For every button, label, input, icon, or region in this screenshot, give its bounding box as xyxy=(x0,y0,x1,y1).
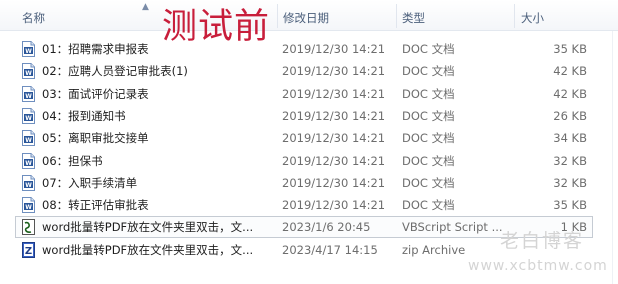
file-date: 2019/12/30 14:21 xyxy=(282,42,386,56)
file-size: 42 KB xyxy=(553,86,587,101)
file-row[interactable]: W 01：招聘需求申报表 2019/12/30 14:21 DOC 文档 35 KB xyxy=(15,38,593,60)
file-type: DOC 文档 xyxy=(402,175,455,190)
svg-text:W: W xyxy=(25,160,32,167)
column-header-size[interactable]: 大小 xyxy=(521,10,544,26)
svg-text:W: W xyxy=(25,115,32,122)
column-header-date[interactable]: 修改日期 xyxy=(283,10,329,26)
word-doc-icon: W xyxy=(22,41,35,57)
file-name: 03：面试评价记录表 xyxy=(42,86,149,101)
file-type: DOC 文档 xyxy=(402,42,455,56)
svg-text:W: W xyxy=(25,93,32,100)
svg-text:W: W xyxy=(25,182,32,189)
word-doc-icon: W xyxy=(22,63,35,80)
svg-text:W: W xyxy=(25,137,32,144)
file-date: 2019/12/30 14:21 xyxy=(282,175,386,190)
file-date: 2023/4/17 14:15 xyxy=(282,242,378,257)
file-type: zip Archive xyxy=(402,242,466,257)
file-name: 05：离职审批交接单 xyxy=(42,131,149,146)
file-type: DOC 文档 xyxy=(402,198,455,213)
file-row[interactable]: W 04：报到通知书 2019/12/30 14:21 DOC 文档 26 KB xyxy=(15,105,593,127)
file-name: 07：入职手续清单 xyxy=(42,175,138,190)
svg-text:Z: Z xyxy=(25,246,32,257)
file-date: 2019/12/30 14:21 xyxy=(282,64,386,79)
file-date: 2019/12/30 14:21 xyxy=(282,153,386,168)
word-doc-icon: W xyxy=(22,85,35,102)
watermark-url: www.xcbtmw.com xyxy=(468,258,608,274)
file-date: 2019/12/30 14:21 xyxy=(282,108,386,123)
column-header-bar: 名称 ▲ 修改日期 类型 大小 xyxy=(0,0,618,31)
sort-up-icon: ▲ xyxy=(142,2,149,12)
scrollbar-track[interactable] xyxy=(612,31,613,284)
file-row[interactable]: W 08：转正评估审批表 2019/12/30 14:21 DOC 文档 35 KB xyxy=(15,194,593,216)
vbscript-file-icon xyxy=(22,219,35,236)
word-doc-icon: W xyxy=(22,152,35,169)
zip-archive-icon: Z xyxy=(22,241,35,258)
file-type: DOC 文档 xyxy=(402,153,455,168)
column-divider[interactable] xyxy=(514,4,515,28)
file-date: 2019/12/30 14:21 xyxy=(282,86,386,101)
file-size: 32 KB xyxy=(553,175,587,190)
svg-text:W: W xyxy=(25,70,32,77)
file-name: 04：报到通知书 xyxy=(42,108,126,123)
svg-text:W: W xyxy=(25,204,32,211)
word-doc-icon: W xyxy=(22,130,35,147)
file-type: DOC 文档 xyxy=(402,108,455,123)
file-date: 2019/12/30 14:21 xyxy=(282,198,386,213)
word-doc-icon: W xyxy=(22,197,35,214)
file-row[interactable]: W 07：入职手续清单 2019/12/30 14:21 DOC 文档 32 KB xyxy=(15,172,593,194)
file-row[interactable]: W 05：离职审批交接单 2019/12/30 14:21 DOC 文档 34 KB xyxy=(15,127,593,149)
file-type: DOC 文档 xyxy=(402,86,455,101)
file-name: word批量转PDF放在文件夹里双击，文... xyxy=(42,220,254,235)
file-date: 2023/1/6 20:45 xyxy=(282,220,371,235)
file-type: VBScript Script ... xyxy=(402,220,503,235)
file-name: 01：招聘需求申报表 xyxy=(42,42,149,56)
file-type: DOC 文档 xyxy=(402,131,455,146)
column-header-name[interactable]: 名称 xyxy=(22,10,45,26)
file-row[interactable]: W 06：担保书 2019/12/30 14:21 DOC 文档 32 KB xyxy=(15,150,593,172)
file-size: 35 KB xyxy=(553,198,587,213)
file-size: 34 KB xyxy=(553,131,587,146)
file-name: 08：转正评估审批表 xyxy=(42,198,149,213)
file-name: 02：应聘人员登记审批表(1) xyxy=(42,64,188,79)
word-doc-icon: W xyxy=(22,174,35,191)
file-name: 06：担保书 xyxy=(42,153,103,168)
file-size: 26 KB xyxy=(553,108,587,123)
watermark-title: 老白博客 xyxy=(500,230,585,252)
file-size: 32 KB xyxy=(553,153,587,168)
file-row[interactable]: W 02：应聘人员登记审批表(1) 2019/12/30 14:21 DOC 文档 42… xyxy=(15,60,593,82)
file-size: 42 KB xyxy=(553,64,587,79)
column-divider[interactable] xyxy=(277,4,278,28)
file-type: DOC 文档 xyxy=(402,64,455,79)
word-doc-icon: W xyxy=(22,107,35,124)
file-name: word批量转PDF放在文件夹里双击，文... xyxy=(42,242,254,257)
file-date: 2019/12/30 14:21 xyxy=(282,131,386,146)
file-row[interactable]: W 03：面试评价记录表 2019/12/30 14:21 DOC 文档 42 KB xyxy=(15,83,593,105)
column-header-type[interactable]: 类型 xyxy=(402,10,425,26)
file-size: 35 KB xyxy=(553,42,587,56)
column-divider[interactable] xyxy=(396,4,397,28)
svg-text:W: W xyxy=(25,48,32,55)
